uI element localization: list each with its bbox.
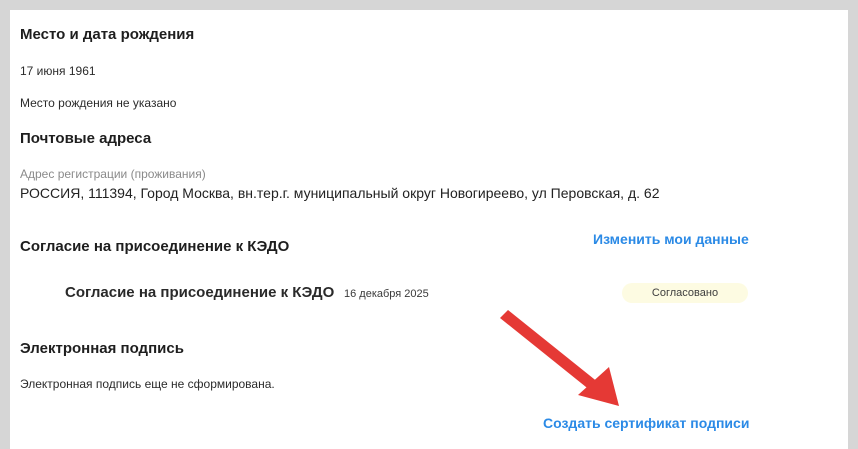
arrow-head xyxy=(578,367,619,406)
signature-status: Электронная подпись еще не сформирована. xyxy=(20,377,275,391)
birth-place: Место рождения не указано xyxy=(20,96,177,110)
address-label: Адрес регистрации (проживания) xyxy=(20,167,206,181)
signature-heading: Электронная подпись xyxy=(20,340,184,357)
birth-heading: Место и дата рождения xyxy=(20,26,195,43)
address-value: РОССИЯ, 111394, Город Москва, вн.тер.г. … xyxy=(20,185,660,201)
personal-data-card: Место и дата рождения 17 июня 1961 Место… xyxy=(10,10,848,449)
status-badge: Согласовано xyxy=(622,283,748,303)
consent-document-title[interactable]: Согласие на присоединение к КЭДО xyxy=(65,284,334,301)
postal-heading: Почтовые адреса xyxy=(20,130,152,147)
create-certificate-link[interactable]: Создать сертификат подписи xyxy=(543,415,749,431)
consent-heading: Согласие на присоединение к КЭДО xyxy=(20,238,290,255)
consent-document-date: 16 декабря 2025 xyxy=(344,288,429,300)
edit-my-data-link[interactable]: Изменить мои данные xyxy=(593,231,749,247)
birth-date: 17 июня 1961 xyxy=(20,64,96,78)
arrow-shaft xyxy=(500,310,599,391)
